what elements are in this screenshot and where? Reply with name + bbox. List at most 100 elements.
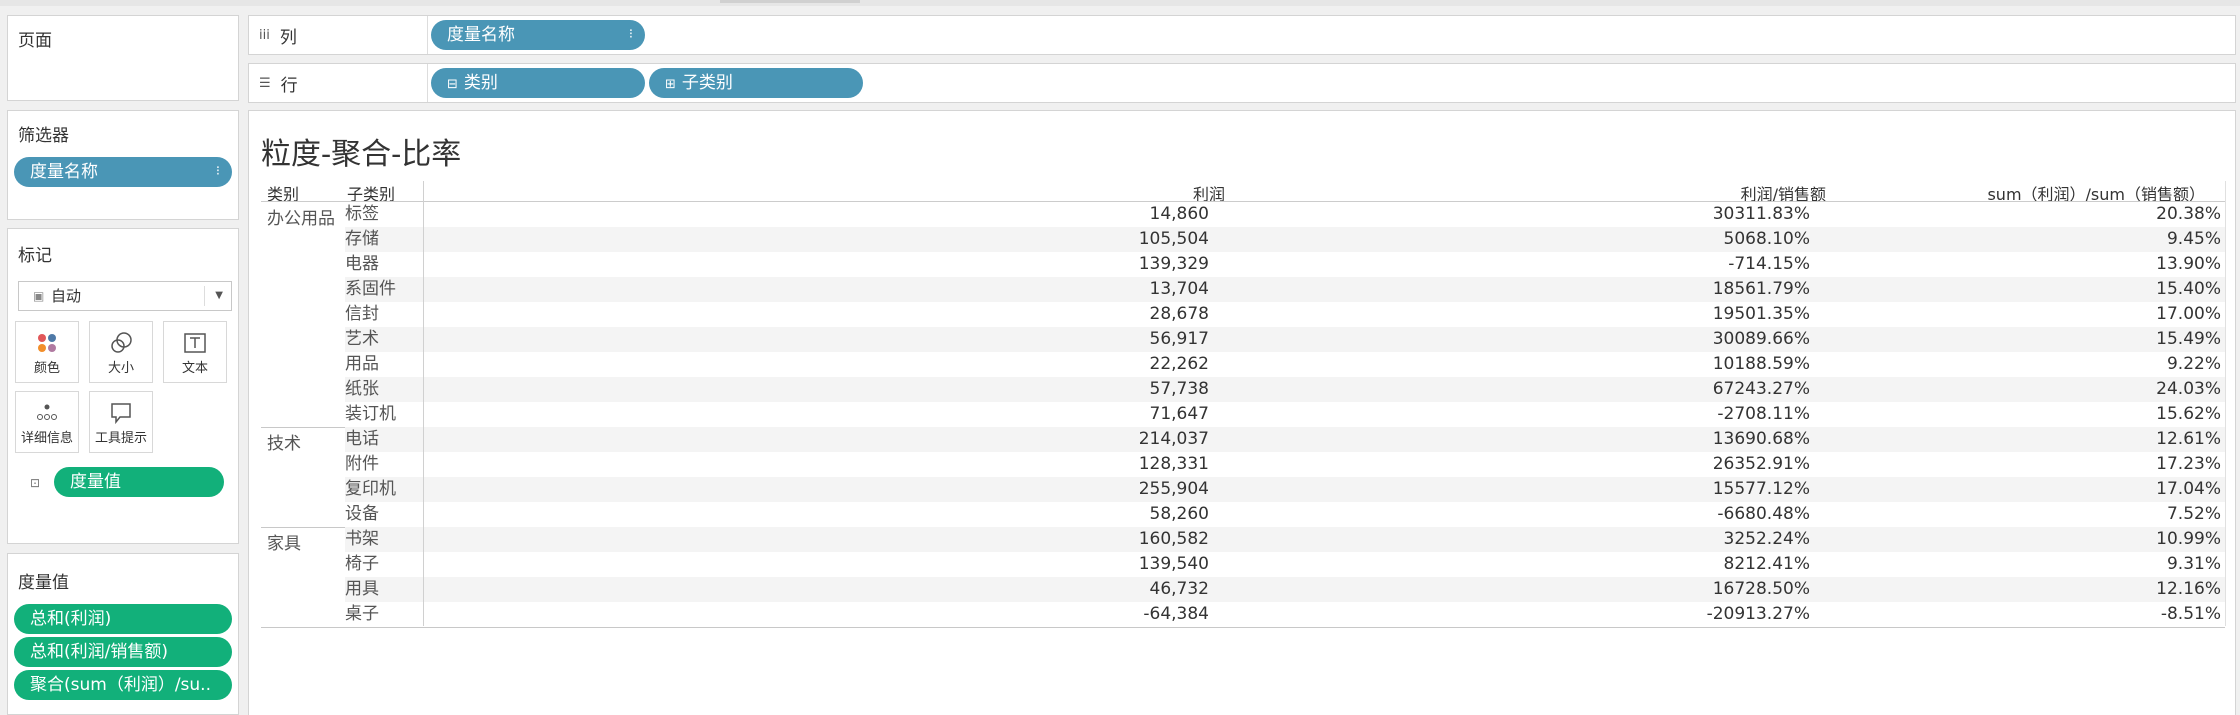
columns-shelf: iii 列 度量名称 ⁝ bbox=[248, 15, 2236, 55]
measure-pill-sum-profit[interactable]: 总和(利润) bbox=[14, 604, 232, 634]
shelf-divider bbox=[427, 16, 428, 54]
table-row: 用品 22,262 10188.59% 9.22% bbox=[345, 352, 2225, 377]
subcategory-cell: 存储 bbox=[345, 229, 379, 249]
subcategory-cell: 设备 bbox=[345, 504, 379, 524]
agg-ratio-cell: 15.40% bbox=[2156, 279, 2221, 299]
table-vertical-divider bbox=[423, 181, 424, 626]
expand-icon: ⊞ bbox=[665, 77, 676, 92]
subcategory-cell: 电话 bbox=[345, 429, 379, 449]
rows-pill-label: 类别 bbox=[463, 73, 498, 93]
agg-ratio-cell: 24.03% bbox=[2156, 379, 2221, 399]
profit-cell: 139,540 bbox=[1138, 554, 1209, 574]
subcategory-cell: 用具 bbox=[345, 579, 379, 599]
table-row: 存储 105,504 5068.10% 9.45% bbox=[345, 227, 2225, 252]
color-button[interactable]: 颜色 bbox=[15, 321, 79, 383]
table-row: 信封 28,678 19501.35% 17.00% bbox=[345, 302, 2225, 327]
profit-cell: 57,738 bbox=[1149, 379, 1209, 399]
mark-type-dropdown[interactable]: ▣ 自动 ▼ bbox=[18, 281, 232, 311]
measure-values-title: 度量值 bbox=[18, 573, 69, 593]
profit-ratio-cell: 10188.59% bbox=[1712, 354, 1810, 374]
subcategory-cell: 装订机 bbox=[345, 404, 396, 424]
marks-panel: 标记 ▣ 自动 ▼ 颜色 大小 文本 详细信息 工具提示 ⊡ 度量值 bbox=[7, 228, 239, 544]
mark-type-icon: ▣ bbox=[33, 289, 45, 303]
pages-panel-title: 页面 bbox=[18, 31, 52, 51]
profit-cell: 56,917 bbox=[1149, 329, 1209, 349]
profit-ratio-cell: 26352.91% bbox=[1712, 454, 1810, 474]
profit-cell: 128,331 bbox=[1138, 454, 1209, 474]
subcategory-cell: 书架 bbox=[345, 529, 379, 549]
profit-cell: 71,647 bbox=[1149, 404, 1209, 424]
group-separator bbox=[261, 627, 2225, 628]
table-row: 装订机 71,647 -2708.11% 15.62% bbox=[345, 402, 2225, 427]
subcategory-cell: 电器 bbox=[345, 254, 379, 274]
color-icon bbox=[16, 330, 78, 356]
measure-pill-sum-profit-ratio[interactable]: 总和(利润/销售额) bbox=[14, 637, 232, 667]
category-label: 技术 bbox=[267, 434, 301, 454]
marks-panel-title: 标记 bbox=[18, 246, 52, 266]
profit-ratio-cell: 30089.66% bbox=[1712, 329, 1810, 349]
subcategory-cell: 复印机 bbox=[345, 479, 396, 499]
view-title: 粒度-聚合-比率 bbox=[261, 137, 462, 172]
category-label: 家具 bbox=[267, 534, 301, 554]
table-row: 电话 214,037 13690.68% 12.61% bbox=[345, 427, 2225, 452]
columns-pill-measure-names[interactable]: 度量名称 ⁝ bbox=[431, 20, 645, 50]
table-row: 复印机 255,904 15577.12% 17.04% bbox=[345, 477, 2225, 502]
detail-icon bbox=[16, 400, 78, 426]
table-row: 椅子 139,540 8212.41% 9.31% bbox=[345, 552, 2225, 577]
pages-panel: 页面 bbox=[7, 15, 239, 101]
columns-label-text: 列 bbox=[279, 27, 297, 48]
profit-ratio-cell: 8212.41% bbox=[1723, 554, 1810, 574]
agg-ratio-cell: 10.99% bbox=[2156, 529, 2221, 549]
text-button-label: 文本 bbox=[181, 361, 208, 376]
table-row: 桌子 -64,384 -20913.27% -8.51% bbox=[345, 602, 2225, 627]
columns-pill-label: 度量名称 bbox=[447, 25, 515, 45]
profit-cell: 58,260 bbox=[1149, 504, 1209, 524]
subcategory-cell: 用品 bbox=[345, 354, 379, 374]
profit-ratio-cell: 3252.24% bbox=[1723, 529, 1810, 549]
text-button[interactable]: 文本 bbox=[163, 321, 227, 383]
rows-shelf-label: ☰ 行 bbox=[259, 64, 298, 102]
size-button[interactable]: 大小 bbox=[89, 321, 153, 383]
text-icon bbox=[164, 330, 226, 356]
profit-ratio-cell: 19501.35% bbox=[1712, 304, 1810, 324]
filter-pill-measure-names[interactable]: 度量名称 ⁝ bbox=[14, 157, 232, 187]
tooltip-button-label: 工具提示 bbox=[94, 431, 147, 446]
tooltip-button[interactable]: 工具提示 bbox=[89, 391, 153, 453]
agg-ratio-cell: 20.38% bbox=[2156, 204, 2221, 224]
size-button-label: 大小 bbox=[107, 361, 134, 376]
subcategory-cell: 椅子 bbox=[345, 554, 379, 574]
columns-icon: iii bbox=[259, 27, 270, 43]
profit-cell: 46,732 bbox=[1149, 579, 1209, 599]
subcategory-cell: 纸张 bbox=[345, 379, 379, 399]
table-row: 用具 46,732 16728.50% 12.16% bbox=[345, 577, 2225, 602]
filters-panel: 筛选器 度量名称 ⁝ bbox=[7, 110, 239, 220]
profit-ratio-cell: 13690.68% bbox=[1712, 429, 1810, 449]
rows-pill-category[interactable]: ⊟ 类别 bbox=[431, 68, 645, 98]
subcategory-cell: 标签 bbox=[345, 204, 379, 224]
profit-ratio-cell: 30311.83% bbox=[1712, 204, 1810, 224]
profit-ratio-cell: -2708.11% bbox=[1717, 404, 1810, 424]
profit-cell: 13,704 bbox=[1149, 279, 1209, 299]
dropdown-divider bbox=[204, 286, 205, 306]
view-area: 粒度-聚合-比率 类别 子类别 利润 利润/销售额 sum（利润）/sum（销售… bbox=[248, 110, 2236, 715]
agg-ratio-cell: 9.31% bbox=[2166, 554, 2221, 574]
top-tab[interactable] bbox=[720, 0, 860, 3]
profit-cell: 22,262 bbox=[1149, 354, 1209, 374]
subcategory-cell: 系固件 bbox=[345, 279, 396, 299]
profit-ratio-cell: -20913.27% bbox=[1706, 604, 1810, 624]
columns-shelf-label: iii 列 bbox=[259, 16, 297, 54]
measure-pill-agg-ratio[interactable]: 聚合(sum（利润）/su.. bbox=[14, 670, 232, 700]
rows-pill-label: 子类别 bbox=[681, 73, 733, 93]
mark-type-label: 自动 bbox=[51, 287, 82, 305]
text-pill-measure-values[interactable]: 度量值 bbox=[54, 467, 224, 497]
agg-ratio-cell: 9.45% bbox=[2166, 229, 2221, 249]
shelf-divider bbox=[427, 64, 428, 102]
color-button-label: 颜色 bbox=[33, 361, 60, 376]
profit-ratio-cell: 67243.27% bbox=[1712, 379, 1810, 399]
detail-button[interactable]: 详细信息 bbox=[15, 391, 79, 453]
profit-ratio-cell: -714.15% bbox=[1728, 254, 1810, 274]
rows-pill-subcategory[interactable]: ⊞ 子类别 bbox=[649, 68, 863, 98]
agg-ratio-cell: 9.22% bbox=[2166, 354, 2221, 374]
text-pill-label: 度量值 bbox=[70, 472, 121, 492]
table-row: 书架 160,582 3252.24% 10.99% bbox=[345, 527, 2225, 552]
